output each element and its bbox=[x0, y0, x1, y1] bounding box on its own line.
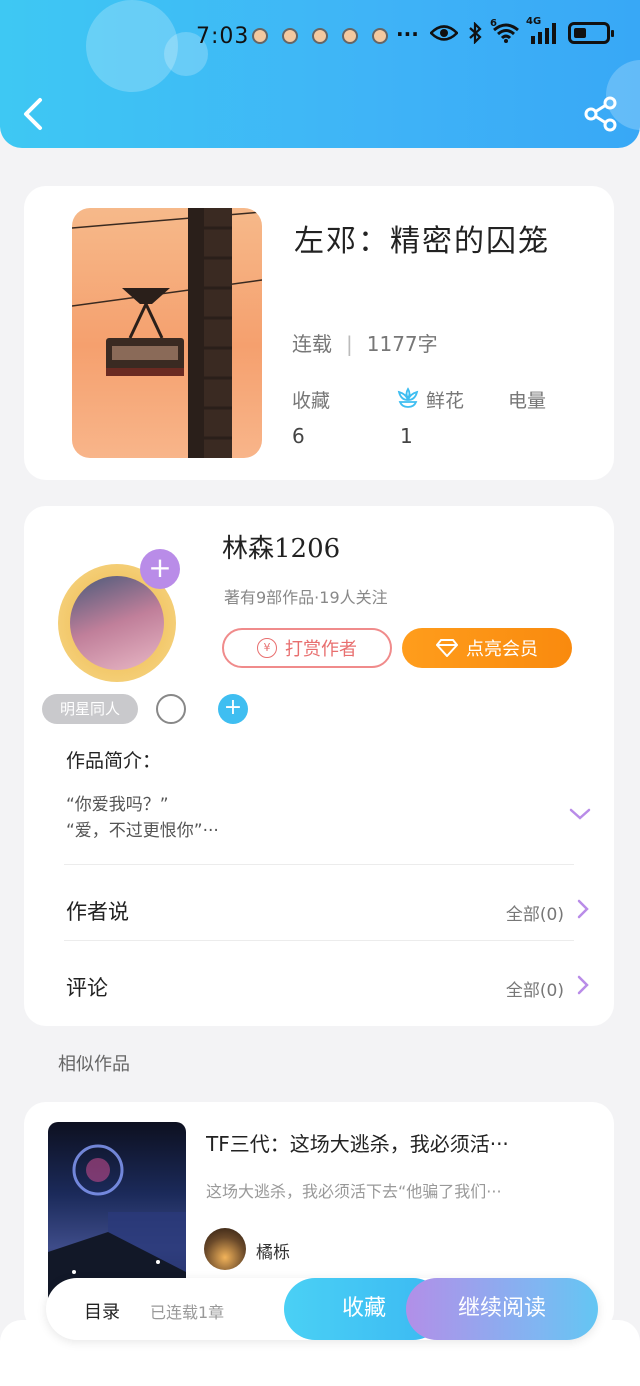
diamond-icon bbox=[436, 639, 458, 657]
stat-flowers-label: 鲜花 bbox=[426, 390, 465, 412]
toc-button[interactable]: 目录 bbox=[84, 1298, 120, 1324]
notification-icon bbox=[252, 28, 268, 44]
tag-pill[interactable]: 明星同人 bbox=[42, 694, 138, 724]
comments-count: 全部(0) bbox=[505, 981, 564, 1001]
word-count: 1177字 bbox=[366, 332, 438, 356]
battery-icon bbox=[568, 22, 614, 44]
divider bbox=[64, 864, 574, 865]
follow-author-button[interactable]: + bbox=[140, 549, 180, 589]
similar-book-title: TF三代：这场大逃杀，我必须活··· bbox=[206, 1132, 509, 1156]
more-notifications-icon: ··· bbox=[396, 22, 419, 46]
intro-title: 作品简介： bbox=[66, 750, 162, 772]
reward-author-button[interactable]: ¥ 打赏作者 bbox=[222, 628, 392, 668]
wifi-badge: 6 bbox=[490, 18, 497, 29]
notification-icon bbox=[312, 28, 328, 44]
yuan-icon: ¥ bbox=[257, 638, 277, 658]
book-cover[interactable] bbox=[72, 208, 262, 458]
reward-label: 打赏作者 bbox=[285, 639, 357, 660]
chevron-right-icon bbox=[577, 899, 589, 919]
cable-car-illustration bbox=[72, 208, 262, 458]
stat-favorites-label: 收藏 bbox=[292, 390, 331, 412]
add-tag-button[interactable]: + bbox=[218, 694, 248, 724]
similar-book-cover[interactable] bbox=[48, 1122, 186, 1302]
similar-book-desc: 这场大逃杀，我必须活下去“他骗了我们··· bbox=[206, 1182, 502, 1201]
stat-favorites-value: 6 bbox=[292, 424, 305, 448]
similar-author-avatar bbox=[204, 1228, 246, 1270]
book-info-card: 左邓：精密的囚笼 连载 | 1177字 收藏 6 鲜花 1 电量 bbox=[24, 186, 614, 480]
notification-icon bbox=[372, 28, 388, 44]
chevron-down-icon[interactable] bbox=[568, 804, 592, 824]
back-arrow-icon[interactable] bbox=[18, 94, 52, 134]
notification-icon bbox=[282, 28, 298, 44]
chapter-count: 已连载1章 bbox=[150, 1303, 225, 1322]
stage-illustration bbox=[48, 1144, 186, 1302]
comments-label: 评论 bbox=[66, 976, 108, 1000]
eye-icon bbox=[430, 25, 458, 41]
bottom-action-bar: 目录 已连载1章 收藏 继续阅读 bbox=[46, 1278, 598, 1340]
tag-empty-circle[interactable] bbox=[156, 694, 186, 724]
divider bbox=[64, 940, 574, 941]
network-type: 4G bbox=[526, 16, 542, 27]
bluetooth-icon bbox=[469, 22, 482, 44]
continue-reading-button[interactable]: 继续阅读 bbox=[406, 1278, 598, 1340]
author-meta: 著有9部作品·19人关注 bbox=[224, 588, 388, 607]
chevron-right-icon bbox=[577, 975, 589, 995]
vip-label: 点亮会员 bbox=[466, 639, 538, 660]
book-serial-info: 连载 | 1177字 bbox=[292, 332, 438, 356]
author-card: + 林森1206 著有9部作品·19人关注 ¥ 打赏作者 点亮会员 明星同人 +… bbox=[24, 506, 614, 1026]
status-time: 7:03 bbox=[196, 24, 250, 49]
stat-flowers-value: 1 bbox=[400, 424, 413, 448]
serial-status: 连载 bbox=[292, 332, 332, 356]
notification-icon bbox=[342, 28, 358, 44]
similar-section-title: 相似作品 bbox=[58, 1054, 130, 1075]
avatar-photo bbox=[70, 576, 164, 670]
vip-button[interactable]: 点亮会员 bbox=[402, 628, 572, 668]
author-name[interactable]: 林森1206 bbox=[222, 528, 340, 565]
book-title: 左邓：精密的囚笼 bbox=[294, 224, 550, 259]
author-says-count: 全部(0) bbox=[505, 905, 564, 925]
similar-author-name: 橘栎 bbox=[256, 1243, 290, 1263]
intro-line: “你爱我吗？” bbox=[66, 795, 169, 815]
stat-power-label: 电量 bbox=[508, 390, 547, 412]
intro-line: “爱，不过更恨你”··· bbox=[66, 821, 219, 841]
flower-icon bbox=[397, 387, 419, 408]
status-bar: 7:03 ··· 6 4G bbox=[0, 16, 640, 54]
author-says-label: 作者说 bbox=[66, 900, 129, 924]
top-header: 7:03 ··· 6 4G bbox=[0, 0, 640, 148]
share-icon[interactable] bbox=[584, 96, 618, 132]
